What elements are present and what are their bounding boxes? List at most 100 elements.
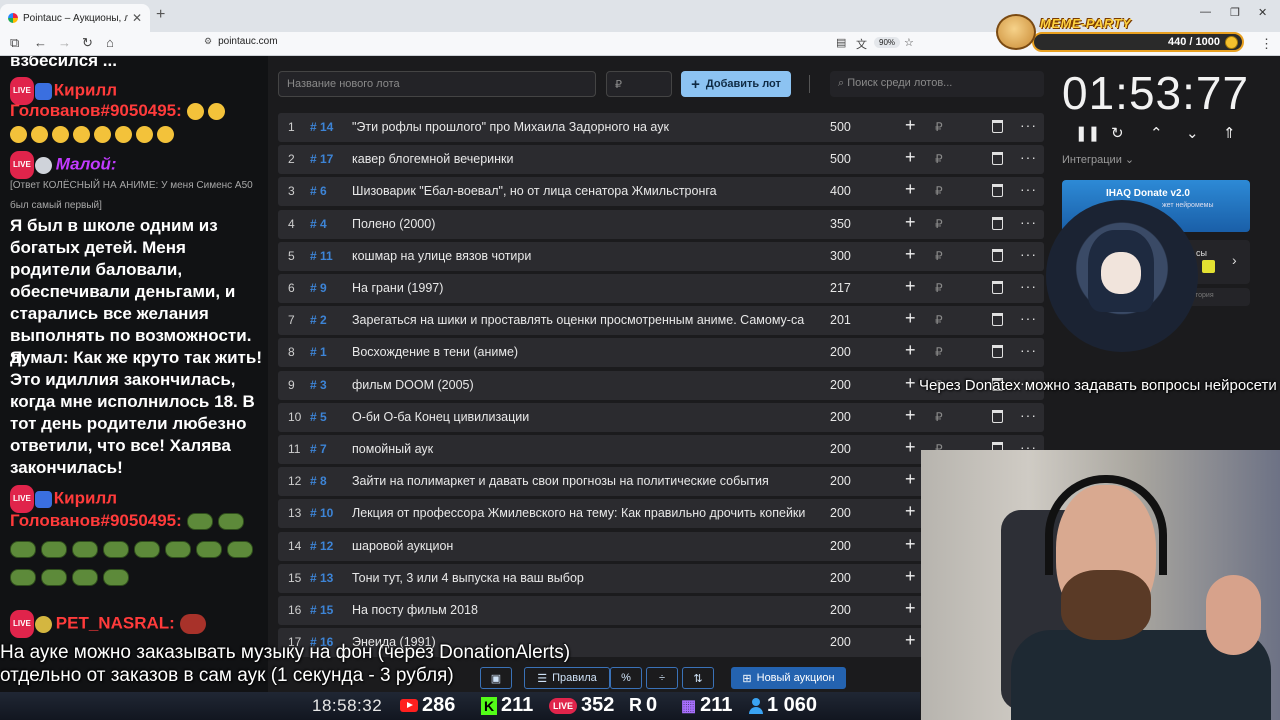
add-to-lot-icon[interactable]: +	[905, 501, 916, 522]
delete-icon[interactable]	[992, 281, 1003, 294]
lot-name[interactable]: На посту фильм 2018	[352, 603, 817, 617]
split-icon[interactable]: ÷	[646, 667, 678, 689]
add-to-lot-icon[interactable]: +	[905, 115, 916, 136]
lot-row[interactable]: 7 # 2 Зарегаться на шики и проставлять оце…	[278, 306, 1044, 336]
delete-icon[interactable]	[992, 184, 1003, 198]
delete-icon[interactable]	[992, 409, 1003, 423]
browser-tab[interactable]: Pointauc – Аукционы, лотереи ✕	[0, 4, 150, 32]
add-lot-button[interactable]: + Добавить лот	[681, 71, 791, 97]
reader-icon[interactable]: ▤	[836, 36, 846, 49]
percent-icon[interactable]: %	[610, 667, 642, 689]
close-window-icon[interactable]: ✕	[1258, 6, 1267, 19]
lot-name[interactable]: кошмар на улице вязов чотири	[352, 249, 817, 263]
chat-username[interactable]: Малой:	[56, 154, 117, 173]
more-icon[interactable]: ···	[1020, 407, 1037, 423]
lot-id[interactable]: # 2	[310, 313, 327, 327]
lot-amount[interactable]: 200	[830, 635, 851, 649]
new-tab-button[interactable]: +	[156, 6, 165, 24]
lot-row[interactable]: 8 # 1 Восхождение в тени (аниме) 200 + ₽ ···	[278, 338, 1044, 368]
more-icon[interactable]: ···	[1020, 342, 1037, 358]
home-icon[interactable]: ⌂	[106, 35, 114, 50]
lot-name[interactable]: Тони тут, 3 или 4 выпуска на ваш выбор	[352, 571, 817, 585]
lot-id[interactable]: # 8	[310, 474, 327, 488]
lot-name[interactable]: Восхождение в тени (аниме)	[352, 345, 817, 359]
delete-icon[interactable]	[992, 152, 1003, 166]
lot-id[interactable]: # 10	[310, 506, 333, 520]
forward-icon[interactable]: →	[58, 35, 71, 50]
more-icon[interactable]: ···	[1020, 181, 1037, 197]
lot-name[interactable]: "Эти рофлы прошлого" про Михаила Задорно…	[352, 120, 817, 134]
ruble-input-icon[interactable]: ₽	[935, 249, 943, 263]
add-to-lot-icon[interactable]: +	[905, 598, 916, 619]
pause-icon[interactable]: ❚❚	[1075, 124, 1100, 142]
new-lot-amount-input[interactable]: ₽	[606, 71, 672, 97]
double-up-icon[interactable]: ⇑	[1223, 124, 1236, 142]
ruble-input-icon[interactable]: ₽	[935, 184, 943, 198]
bookmark-star-icon[interactable]: ☆	[904, 36, 914, 49]
lot-amount[interactable]: 217	[830, 281, 851, 295]
add-to-lot-icon[interactable]: +	[905, 437, 916, 458]
add-to-lot-icon[interactable]: +	[905, 147, 916, 168]
add-to-lot-icon[interactable]: +	[905, 276, 916, 297]
lot-amount[interactable]: 400	[830, 184, 851, 198]
add-to-lot-icon[interactable]: +	[905, 212, 916, 233]
reset-icon[interactable]: ↻	[1111, 124, 1124, 142]
lot-id[interactable]: # 6	[310, 184, 327, 198]
lot-id[interactable]: # 7	[310, 442, 327, 456]
lot-id[interactable]: # 9	[310, 281, 327, 295]
integrations-dropdown[interactable]: Интеграции ⌄	[1062, 153, 1134, 166]
lot-id[interactable]: # 17	[310, 152, 333, 166]
add-time-icon[interactable]: ⌃	[1150, 124, 1163, 142]
lot-name[interactable]: Полено (2000)	[352, 217, 817, 231]
lot-amount[interactable]: 201	[830, 313, 851, 327]
lot-name[interactable]: кавер блогемной вечеринки	[352, 152, 817, 166]
add-to-lot-icon[interactable]: +	[905, 340, 916, 361]
lot-row[interactable]: 5 # 11 кошмар на улице вязов чотири 300 + ₽ ··…	[278, 241, 1044, 271]
add-to-lot-icon[interactable]: +	[905, 179, 916, 200]
chat-username[interactable]: PET_NASRAL:	[56, 613, 175, 632]
lot-amount[interactable]: 200	[830, 474, 851, 488]
lot-name[interactable]: Лекция от профессора Жмилевского на тему…	[352, 506, 817, 520]
more-icon[interactable]: ···	[1020, 117, 1037, 133]
lot-name[interactable]: На грани (1997)	[352, 281, 817, 295]
ruble-input-icon[interactable]: ₽	[935, 152, 943, 166]
ruble-input-icon[interactable]: ₽	[935, 313, 943, 327]
add-to-lot-icon[interactable]: +	[905, 566, 916, 587]
lot-row[interactable]: 1 # 14 "Эти рофлы прошлого" про Михаила За…	[278, 113, 1044, 142]
lot-name[interactable]: Зарегаться на шики и проставлять оценки …	[352, 313, 817, 327]
add-to-lot-icon[interactable]: +	[905, 630, 916, 651]
more-icon[interactable]: ···	[1020, 310, 1037, 326]
lot-name[interactable]: шаровой аукцион	[352, 539, 817, 553]
add-to-lot-icon[interactable]: +	[905, 469, 916, 490]
lot-amount[interactable]: 350	[830, 217, 851, 231]
chat-username[interactable]: Кирилл	[54, 488, 117, 507]
add-to-lot-icon[interactable]: +	[905, 534, 916, 555]
lot-row[interactable]: 4 # 4 Полено (2000) 350 + ₽ ···	[278, 209, 1044, 239]
lot-amount[interactable]: 200	[830, 539, 851, 553]
more-icon[interactable]: ···	[1020, 214, 1037, 230]
subtract-time-icon[interactable]: ⌄	[1186, 124, 1199, 142]
lot-row[interactable]: 6 # 9 На грани (1997) 217 + ₽ ···	[278, 274, 1044, 303]
lot-amount[interactable]: 500	[830, 152, 851, 166]
lot-id[interactable]: # 13	[310, 571, 333, 585]
more-icon[interactable]: ···	[1020, 246, 1037, 262]
lot-id[interactable]: # 1	[310, 345, 327, 359]
tabs-icon[interactable]: ⧉	[10, 35, 19, 51]
ruble-input-icon[interactable]: ₽	[935, 345, 943, 359]
delete-icon[interactable]	[992, 248, 1003, 262]
lot-search-input[interactable]: ⌕ Поиск среди лотов...	[830, 71, 1044, 97]
delete-icon[interactable]	[992, 345, 1003, 359]
lot-id[interactable]: # 14	[310, 120, 333, 134]
add-to-lot-icon[interactable]: +	[905, 244, 916, 265]
delete-icon[interactable]	[992, 313, 1003, 327]
lot-amount[interactable]: 200	[830, 410, 851, 424]
more-icon[interactable]: ···	[1020, 278, 1037, 294]
lot-id[interactable]: # 15	[310, 603, 333, 617]
lot-name[interactable]: помойный аук	[352, 442, 817, 456]
ruble-input-icon[interactable]: ₽	[935, 120, 943, 134]
lot-row[interactable]: 3 # 6 Шизоварик "Ебал-воевал", но от лица …	[278, 177, 1044, 207]
lot-id[interactable]: # 5	[310, 410, 327, 424]
new-auction-button[interactable]: ⊞ Новый аукцион	[731, 667, 846, 689]
translate-icon[interactable]: 文	[856, 36, 867, 52]
ruble-input-icon[interactable]: ₽	[935, 281, 943, 295]
